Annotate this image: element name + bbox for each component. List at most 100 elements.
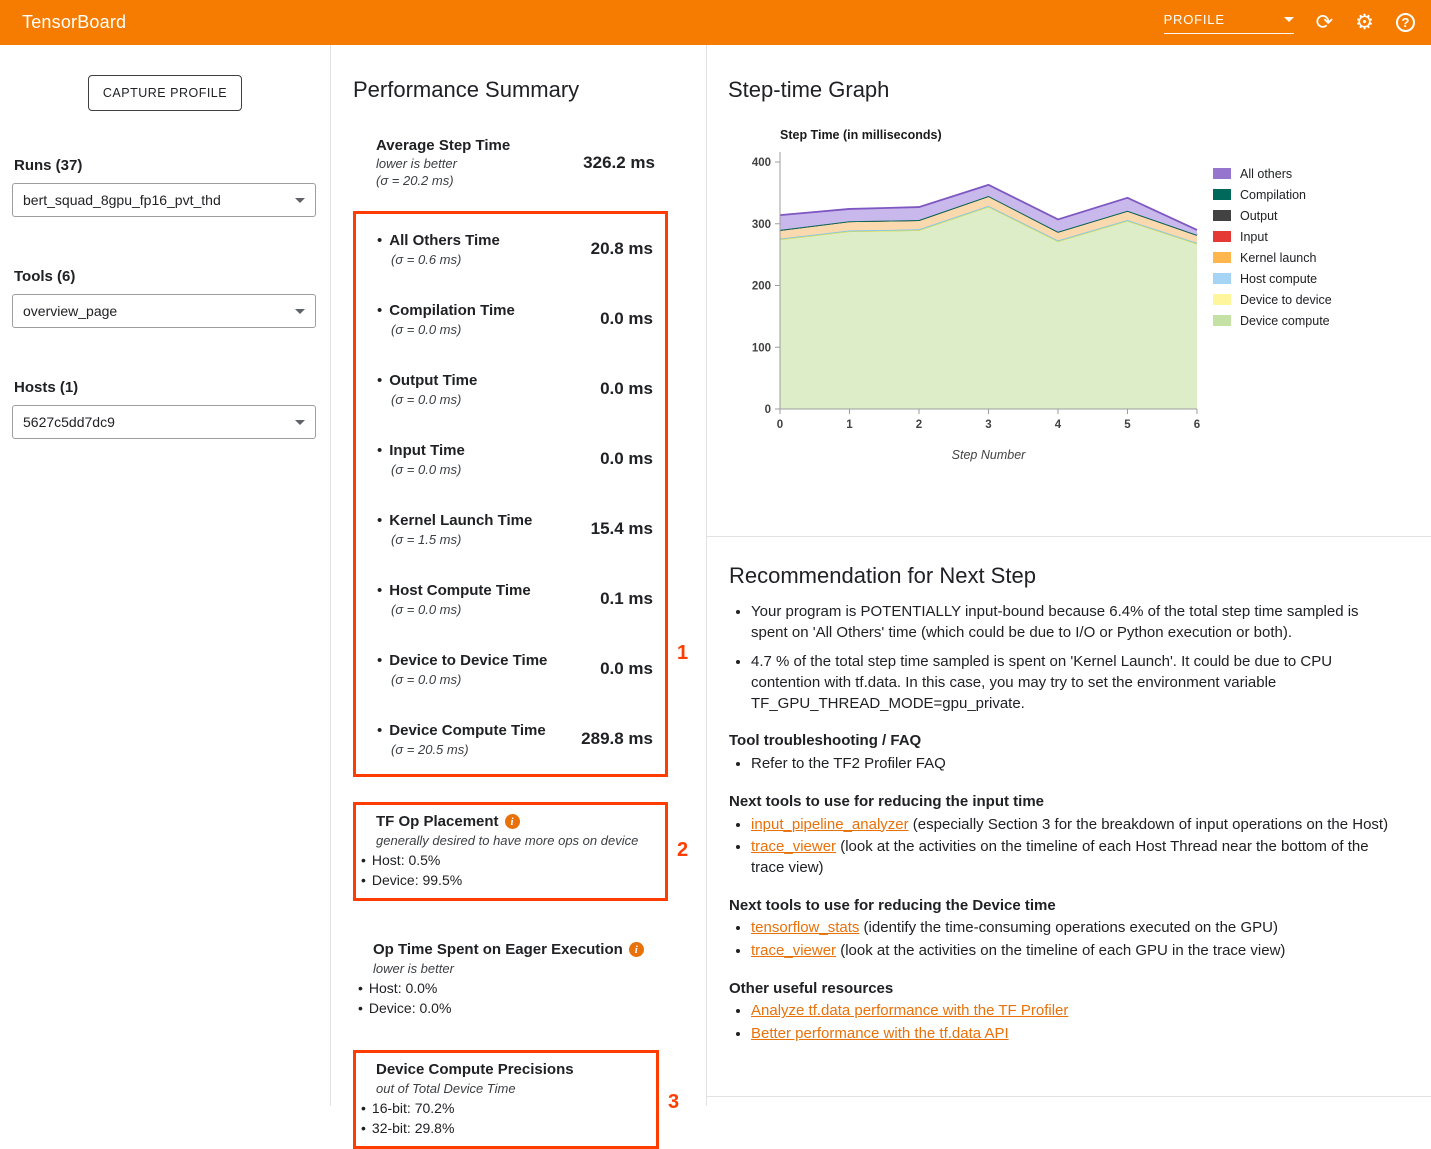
legend-item[interactable]: Output: [1213, 205, 1332, 226]
annotation-number-1: 1: [677, 642, 688, 665]
tool-item: tensorflow_stats (identify the time-cons…: [751, 918, 1393, 939]
annotation-box-3: 3 Device Compute Precisions out of Total…: [353, 1050, 659, 1149]
capture-profile-button[interactable]: CAPTURE PROFILE: [88, 75, 242, 111]
device-precisions-title: Device Compute Precisions: [376, 1061, 574, 1078]
info-icon[interactable]: i: [505, 814, 520, 829]
tf-op-placement-title: TF Op Placement: [376, 813, 499, 830]
average-step-time-row: Average Step Time lower is better (σ = 2…: [353, 137, 668, 188]
legend-item[interactable]: Device compute: [1213, 310, 1332, 331]
svg-text:4: 4: [1055, 419, 1062, 431]
trace-viewer-link[interactable]: trace_viewer: [751, 838, 836, 855]
chart-legend: All others Compilation Output Input Kern…: [1213, 163, 1332, 472]
tools-select[interactable]: overview_page: [12, 294, 316, 328]
bullet-icon: •: [377, 512, 382, 529]
legend-item[interactable]: Kernel launch: [1213, 247, 1332, 268]
metric-value: 326.2 ms: [583, 153, 655, 173]
legend-item[interactable]: Compilation: [1213, 184, 1332, 205]
bullet-icon: •: [377, 722, 382, 739]
stat-item: •Host: 0.5%: [361, 852, 657, 868]
input-pipeline-analyzer-link[interactable]: input_pipeline_analyzer: [751, 816, 909, 833]
tool-item: trace_viewer (look at the activities on …: [751, 837, 1393, 878]
metric-row: •Input Time (σ = 0.0 ms) 0.0 ms: [356, 424, 665, 494]
metric-row: •Host Compute Time (σ = 0.0 ms) 0.1 ms: [356, 564, 665, 634]
bullet-icon: •: [377, 302, 382, 319]
gear-icon[interactable]: ⚙: [1355, 12, 1374, 33]
legend-swatch: [1213, 294, 1231, 305]
tensorflow-stats-link[interactable]: tensorflow_stats: [751, 919, 859, 936]
metric-sigma: (σ = 0.6 ms): [391, 252, 500, 267]
runs-select[interactable]: bert_squad_8gpu_fp16_pvt_thd: [12, 183, 316, 217]
tfdata-api-link[interactable]: Better performance with the tf.data API: [751, 1025, 1009, 1042]
resource-item: Better performance with the tf.data API: [751, 1024, 1393, 1045]
bullet-icon: •: [377, 372, 382, 389]
metric-sigma: (σ = 20.5 ms): [391, 742, 546, 757]
stat-item: •16-bit: 70.2%: [361, 1100, 648, 1116]
metric-value: 0.0 ms: [600, 309, 653, 329]
metric-label: Average Step Time: [376, 137, 510, 154]
runs-select-value: bert_squad_8gpu_fp16_pvt_thd: [23, 192, 289, 208]
legend-swatch: [1213, 168, 1231, 179]
legend-item[interactable]: Device to device: [1213, 289, 1332, 310]
step-time-chart[interactable]: Step Time (in milliseconds)0100200300400…: [728, 122, 1208, 472]
svg-text:Step Time (in milliseconds): Step Time (in milliseconds): [780, 128, 942, 142]
metric-value: 15.4 ms: [591, 519, 653, 539]
metric-row: • Compilation Time (σ = 0.0 ms) 0.0 ms: [356, 284, 665, 354]
legend-swatch: [1213, 273, 1231, 284]
dashboard-selector[interactable]: PROFILE: [1164, 12, 1294, 34]
metric-row: •All Others Time (σ = 0.6 ms) 20.8 ms: [356, 214, 665, 284]
metric-label: Device Compute Time: [389, 722, 545, 739]
bullet-icon: •: [358, 1000, 363, 1016]
metric-row: •Device to Device Time (σ = 0.0 ms) 0.0 …: [356, 634, 665, 704]
input-tools-heading: Next tools to use for reducing the input…: [729, 792, 1393, 813]
info-icon[interactable]: i: [629, 942, 644, 957]
svg-text:Step Number: Step Number: [952, 448, 1026, 462]
annotation-box-1: 1 •All Others Time (σ = 0.6 ms) 20.8 ms …: [353, 211, 668, 777]
metric-sigma: (σ = 0.0 ms): [391, 392, 477, 407]
tools-label: Tools (6): [14, 268, 330, 285]
svg-text:400: 400: [752, 157, 771, 169]
bullet-icon: •: [377, 582, 382, 599]
metric-sigma: (σ = 0.0 ms): [391, 602, 531, 617]
metric-sigma: (σ = 0.0 ms): [391, 322, 515, 337]
svg-text:3: 3: [985, 419, 991, 431]
faq-item: Refer to the TF2 Profiler FAQ: [751, 754, 1393, 775]
metric-label: All Others Time: [389, 232, 500, 249]
metric-label: Input Time: [389, 442, 465, 459]
hosts-select[interactable]: 5627c5dd7dc9: [12, 405, 316, 439]
metric-label: Output Time: [389, 372, 477, 389]
metric-sigma: (σ = 1.5 ms): [391, 532, 532, 547]
device-tools-heading: Next tools to use for reducing the Devic…: [729, 896, 1393, 917]
metric-sigma: (σ = 20.2 ms): [376, 173, 510, 188]
metric-note: lower is better: [376, 156, 510, 171]
legend-item[interactable]: All others: [1213, 163, 1332, 184]
stat-item: •Device: 0.0%: [358, 1000, 698, 1016]
metric-sigma: (σ = 0.0 ms): [391, 462, 465, 477]
bullet-icon: •: [377, 652, 382, 669]
resource-item: Analyze tf.data performance with the TF …: [751, 1001, 1393, 1022]
bullet-icon: •: [361, 872, 366, 888]
tfdata-performance-link[interactable]: Analyze tf.data performance with the TF …: [751, 1002, 1068, 1019]
metric-row: •Output Time (σ = 0.0 ms) 0.0 ms: [356, 354, 665, 424]
app-header: TensorBoard PROFILE ⟳ ⚙ ?: [0, 0, 1431, 45]
bullet-icon: •: [361, 1120, 366, 1136]
svg-text:2: 2: [916, 419, 922, 431]
annotation-number-2: 2: [677, 839, 688, 862]
help-icon[interactable]: ?: [1396, 13, 1415, 32]
svg-text:5: 5: [1124, 419, 1131, 431]
legend-item[interactable]: Host compute: [1213, 268, 1332, 289]
svg-text:6: 6: [1194, 419, 1200, 431]
metric-label: Device to Device Time: [389, 652, 547, 669]
recommendation-bullet: 4.7 % of the total step time sampled is …: [751, 652, 1393, 714]
reload-icon[interactable]: ⟳: [1316, 12, 1334, 33]
resources-heading: Other useful resources: [729, 979, 1393, 1000]
metric-row: •Kernel Launch Time (σ = 1.5 ms) 15.4 ms: [356, 494, 665, 564]
hosts-select-value: 5627c5dd7dc9: [23, 414, 289, 430]
chevron-down-icon: [1284, 17, 1294, 22]
legend-item[interactable]: Input: [1213, 226, 1332, 247]
trace-viewer-link[interactable]: trace_viewer: [751, 942, 836, 959]
stat-item: •32-bit: 29.8%: [361, 1120, 648, 1136]
legend-swatch: [1213, 315, 1231, 326]
bullet-icon: •: [377, 442, 382, 459]
metric-label: Compilation Time: [389, 302, 515, 319]
legend-swatch: [1213, 252, 1231, 263]
